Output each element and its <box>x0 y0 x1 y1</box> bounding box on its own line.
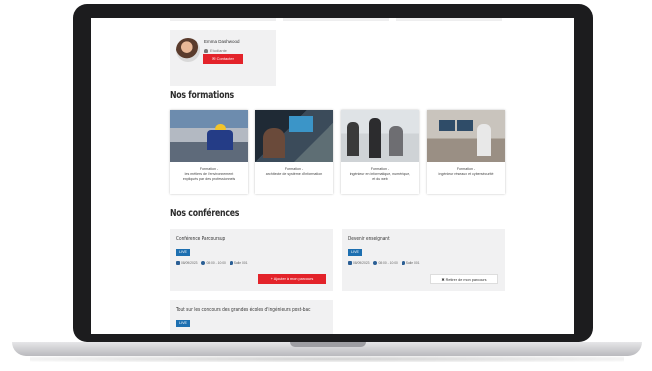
live-badge: LIVE <box>176 320 190 327</box>
formation-label: Formation - ingénieur réseaux et cybersé… <box>438 167 494 176</box>
live-badge: LIVE <box>176 249 190 256</box>
conference-meta: 08/09/2023 08:00 - 10:00 Salle 001 <box>176 261 248 265</box>
formation-image <box>170 110 248 162</box>
conference-card: Devenir enseignant LIVE 08/09/2023 08:00… <box>342 229 505 291</box>
laptop-mockup: Emma Dashwood Etudiante ✉ Contacter Nos … <box>0 0 652 371</box>
chat-icon: ✉ <box>212 56 216 61</box>
formation-card[interactable]: Formation - architecte de système d'info… <box>255 110 333 194</box>
conference-card: Conférence Parcoursup LIVE 08/09/2023 08… <box>170 229 333 291</box>
conference-date: 08/09/2023 <box>181 261 198 265</box>
close-icon: ✖ <box>441 278 445 282</box>
formations-title: Nos formations <box>170 90 234 101</box>
add-to-path-button[interactable]: + Ajouter à mon parcours <box>258 274 326 284</box>
conference-place: Salle 001 <box>405 261 420 265</box>
add-to-path-label: Ajouter à mon parcours <box>273 277 314 281</box>
location-icon <box>229 261 233 265</box>
calendar-icon <box>348 261 352 265</box>
formation-label: Formation - architecte de système d'info… <box>265 167 323 176</box>
contact-button-label: Contacter <box>216 56 234 61</box>
clock-icon <box>373 261 378 265</box>
formation-label: Formation - les métiers de l'environneme… <box>182 167 236 181</box>
calendar-icon <box>176 261 180 265</box>
plus-icon: + <box>270 277 273 281</box>
screen: Emma Dashwood Etudiante ✉ Contacter Nos … <box>91 18 574 334</box>
conference-title: Tout sur les concours des grandes écoles… <box>176 307 311 313</box>
formation-image <box>341 110 419 162</box>
conferences-title: Nos conférences <box>170 208 240 219</box>
conference-title: Devenir enseignant <box>348 236 390 242</box>
profile-name: Emma Dashwood <box>204 39 240 44</box>
avatar <box>176 38 200 62</box>
conference-date: 08/09/2023 <box>353 261 370 265</box>
formation-image <box>255 110 333 162</box>
location-icon <box>401 261 405 265</box>
conference-title: Conférence Parcoursup <box>176 236 226 242</box>
conference-time: 08:00 - 10:00 <box>206 261 226 265</box>
clock-icon <box>201 261 206 265</box>
formation-image <box>427 110 505 162</box>
conference-place: Salle 001 <box>233 261 248 265</box>
laptop-shadow <box>30 356 624 362</box>
remove-from-path-button[interactable]: ✖ Retirer de mon parcours <box>430 274 498 284</box>
live-badge: LIVE <box>348 249 362 256</box>
formation-card[interactable]: Formation - ingénieur réseaux et cybersé… <box>427 110 505 194</box>
cut-off-card <box>283 18 389 21</box>
profile-role-label: Etudiante <box>210 48 227 53</box>
conference-card: Tout sur les concours des grandes écoles… <box>170 300 333 334</box>
formation-card[interactable]: Formation - ingénieur en informatique, n… <box>341 110 419 194</box>
cut-off-card <box>396 18 502 21</box>
profile-card: Emma Dashwood Etudiante ✉ Contacter <box>170 30 276 86</box>
user-icon <box>204 49 208 53</box>
formation-card[interactable]: Formation - les métiers de l'environneme… <box>170 110 248 194</box>
remove-from-path-label: Retirer de mon parcours <box>445 278 487 282</box>
cut-off-card <box>170 18 276 21</box>
formation-label: Formation - ingénieur en informatique, n… <box>349 167 411 181</box>
profile-role: Etudiante <box>204 48 227 53</box>
conference-meta: 08/09/2023 08:00 - 10:00 Salle 001 <box>348 261 420 265</box>
conference-time: 08:00 - 10:00 <box>378 261 398 265</box>
laptop-notch <box>290 342 366 347</box>
contact-button[interactable]: ✉ Contacter <box>203 54 243 64</box>
